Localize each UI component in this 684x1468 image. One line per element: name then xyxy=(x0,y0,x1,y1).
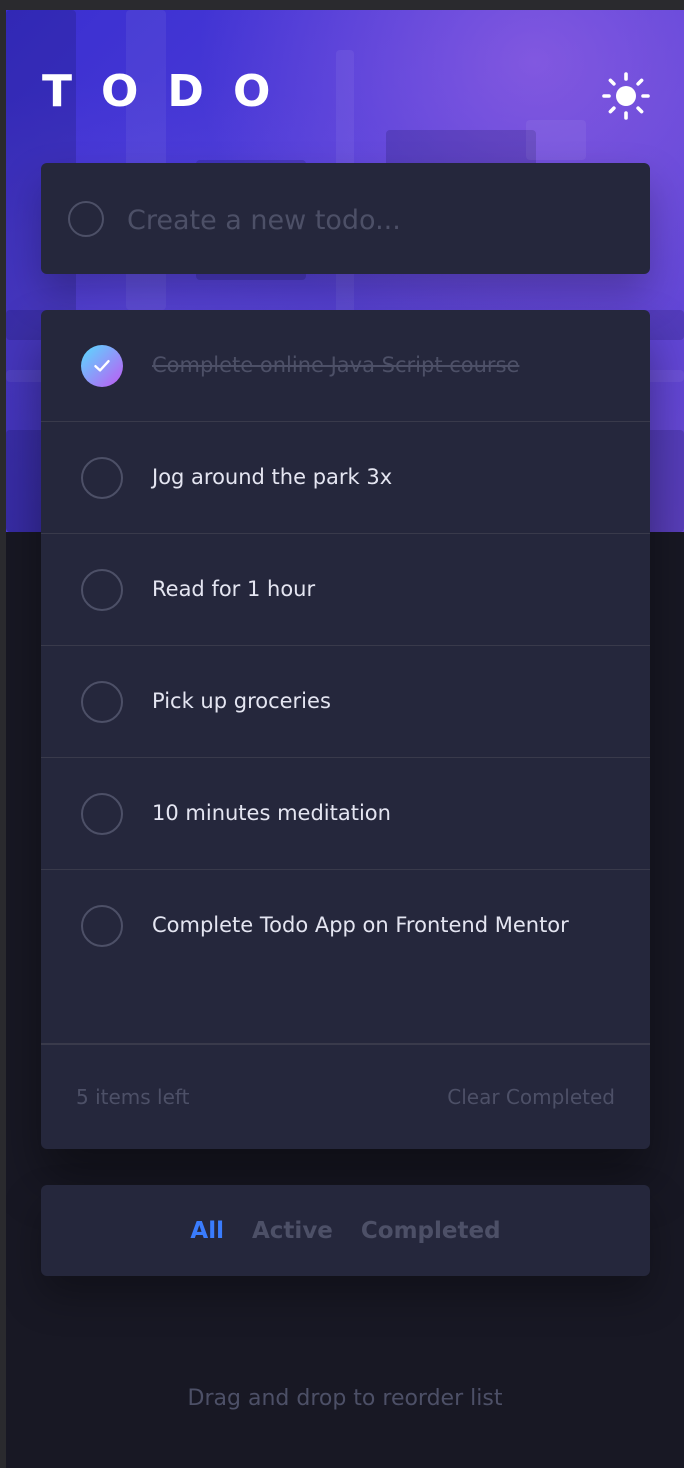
create-todo-circle[interactable] xyxy=(68,201,104,237)
todo-item[interactable]: Pick up groceries xyxy=(41,646,650,758)
filter-active-button[interactable]: Active xyxy=(252,1218,333,1244)
filter-bar: All Active Completed xyxy=(41,1185,650,1276)
todo-text: Pick up groceries xyxy=(152,689,331,713)
checkmark-icon xyxy=(94,360,110,372)
filter-completed-button[interactable]: Completed xyxy=(361,1218,501,1244)
todo-item[interactable]: Read for 1 hour xyxy=(41,534,650,646)
app-title: TODO xyxy=(42,66,300,117)
todo-list: Complete online Java Script course Jog a… xyxy=(41,310,650,1149)
todo-text: 10 minutes meditation xyxy=(152,801,391,825)
list-footer: 5 items left Clear Completed xyxy=(41,1043,650,1149)
todo-text: Complete online Java Script course xyxy=(152,353,520,377)
todo-checkbox[interactable] xyxy=(81,905,123,947)
todo-text: Jog around the park 3x xyxy=(152,465,393,489)
todo-item[interactable]: Complete Todo App on Frontend Mentor xyxy=(41,870,650,982)
todo-item[interactable]: 10 minutes meditation xyxy=(41,758,650,870)
todo-text: Read for 1 hour xyxy=(152,577,316,601)
reorder-hint: Drag and drop to reorder list xyxy=(187,1386,503,1411)
checked-checkbox[interactable] xyxy=(81,345,123,387)
app-viewport: TODO Create a new todo... Complete onlin… xyxy=(6,10,684,1468)
theme-toggle-button[interactable] xyxy=(600,70,652,122)
todo-item[interactable]: Complete online Java Script course xyxy=(41,310,650,422)
todo-checkbox[interactable] xyxy=(81,793,123,835)
sun-icon xyxy=(602,72,650,120)
todo-checkbox[interactable] xyxy=(81,569,123,611)
todo-checkbox[interactable] xyxy=(81,457,123,499)
todo-text: Complete Todo App on Frontend Mentor xyxy=(152,913,569,937)
create-todo-input[interactable] xyxy=(125,193,629,247)
clear-completed-button[interactable]: Clear Completed xyxy=(447,1083,615,1111)
todo-item[interactable]: Jog around the park 3x xyxy=(41,422,650,534)
todo-checkbox[interactable] xyxy=(81,681,123,723)
filter-all-button[interactable]: All xyxy=(190,1218,224,1244)
create-todo-box xyxy=(41,163,650,274)
items-left-count: 5 items left xyxy=(76,1085,190,1109)
